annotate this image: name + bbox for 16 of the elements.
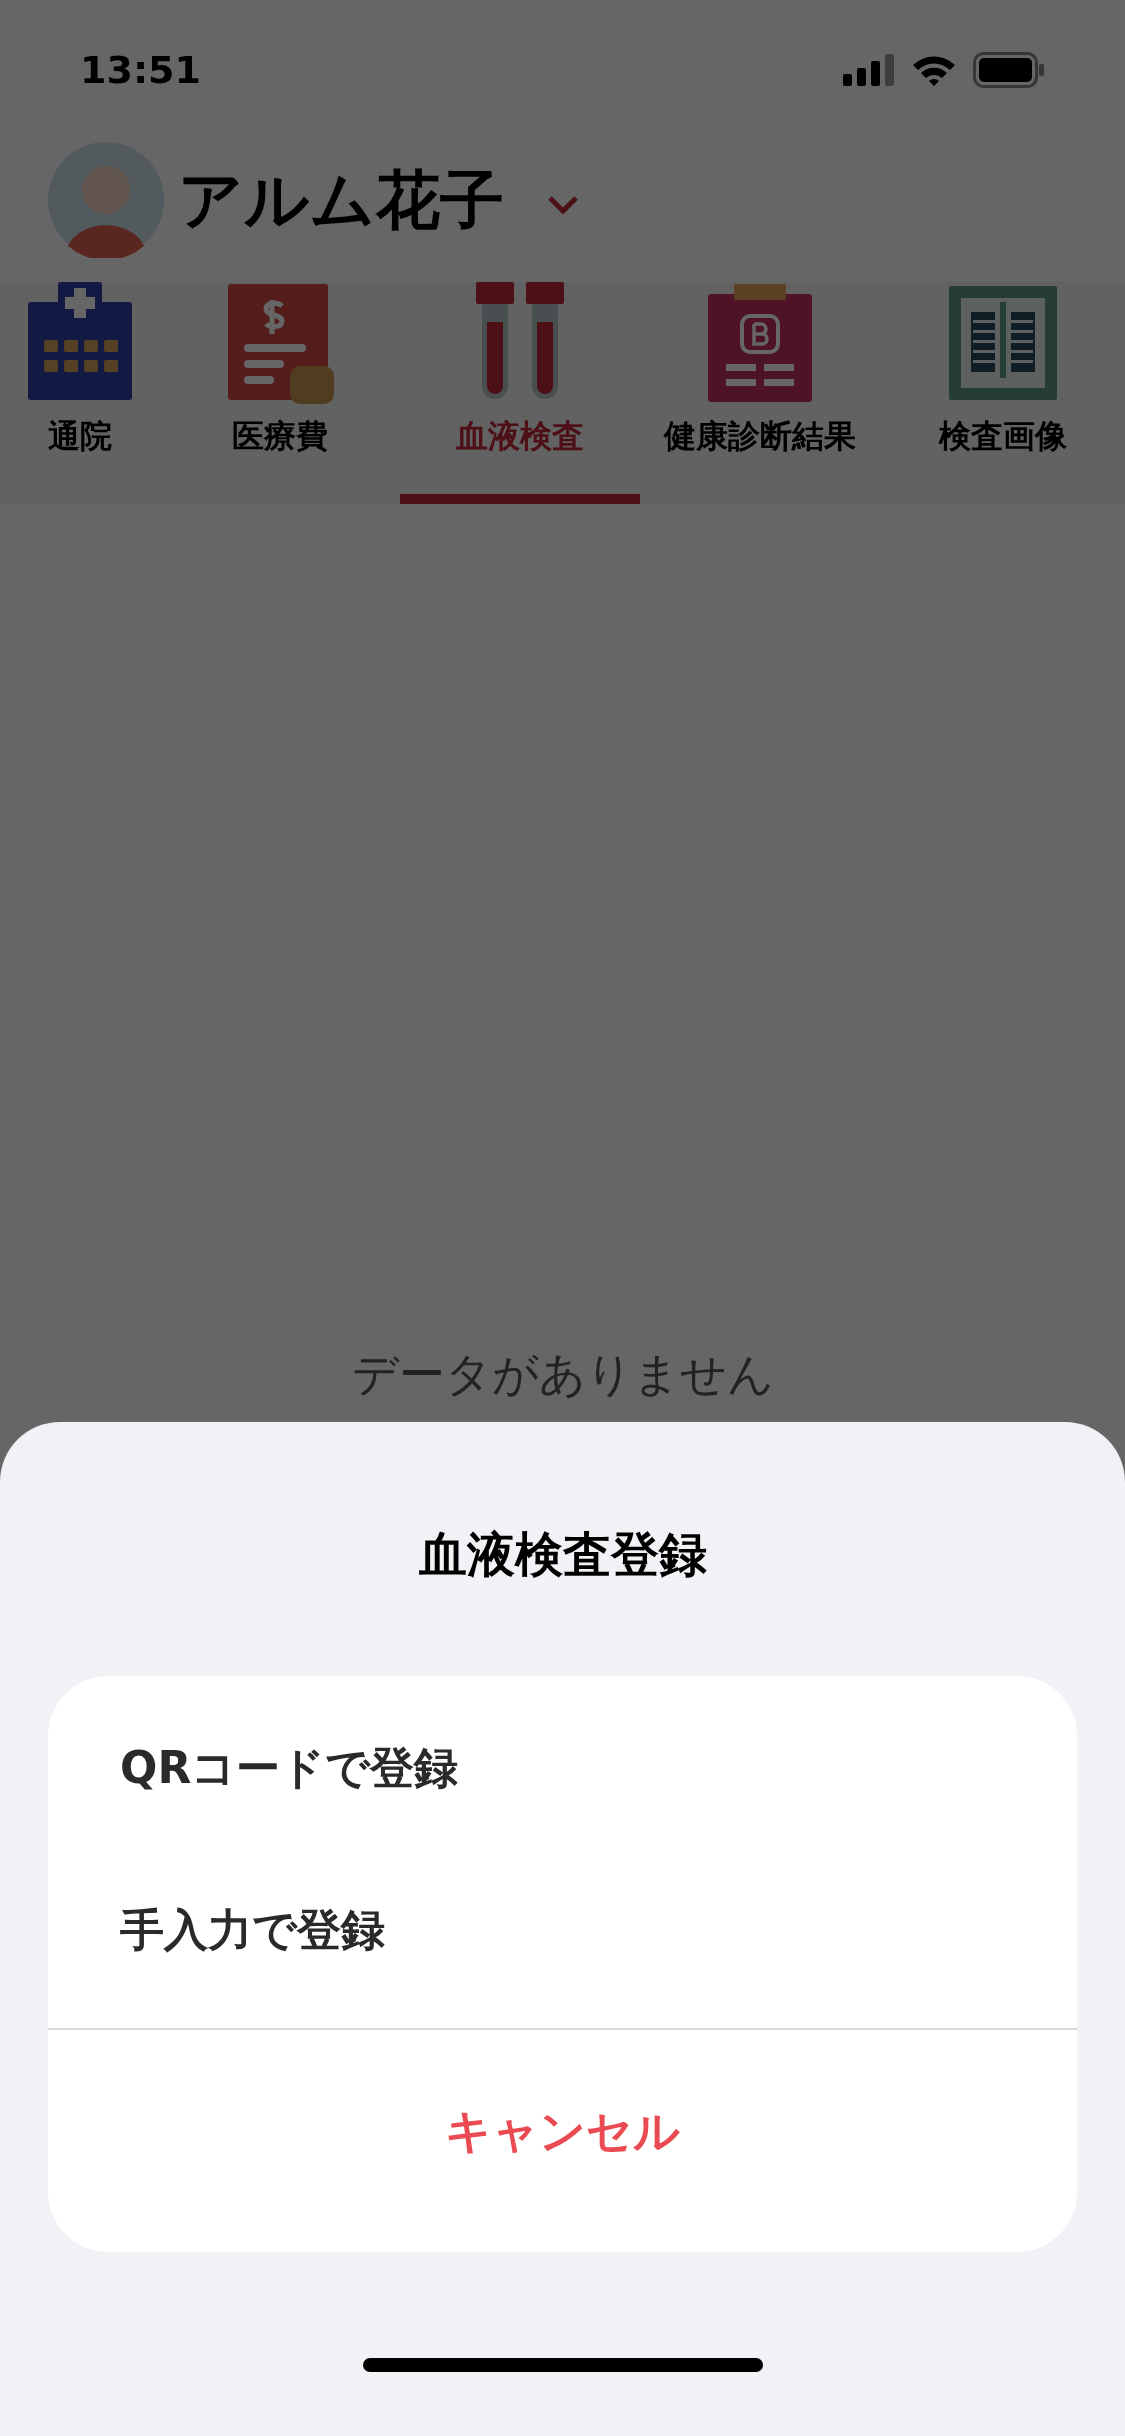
cancel-button[interactable]: キャンセル <box>48 2030 1077 2252</box>
chevron-down-icon[interactable] <box>546 194 580 216</box>
option-item[interactable]: 手入力で登録 <box>48 1852 1077 2028</box>
category-tab[interactable]: 医療費 <box>160 282 400 504</box>
wifi-icon <box>911 53 957 87</box>
sheet-title: 血液検査登録 <box>418 1525 707 1584</box>
empty-message: データがありません <box>350 1346 775 1403</box>
category-tab[interactable]: 検査画像 <box>880 282 1125 504</box>
category-tab[interactable]: 通院 <box>0 282 160 504</box>
category-tab[interactable]: 血液検査 <box>400 282 640 504</box>
status-time: 13:51 <box>80 46 201 94</box>
signal-icon <box>843 54 895 86</box>
battery-icon <box>973 52 1045 88</box>
category-tab[interactable]: 健康診断結果 <box>640 282 880 504</box>
option-item[interactable]: QRコードで登録 <box>48 1676 1077 1852</box>
profile-name: アルム花子 <box>178 162 504 239</box>
